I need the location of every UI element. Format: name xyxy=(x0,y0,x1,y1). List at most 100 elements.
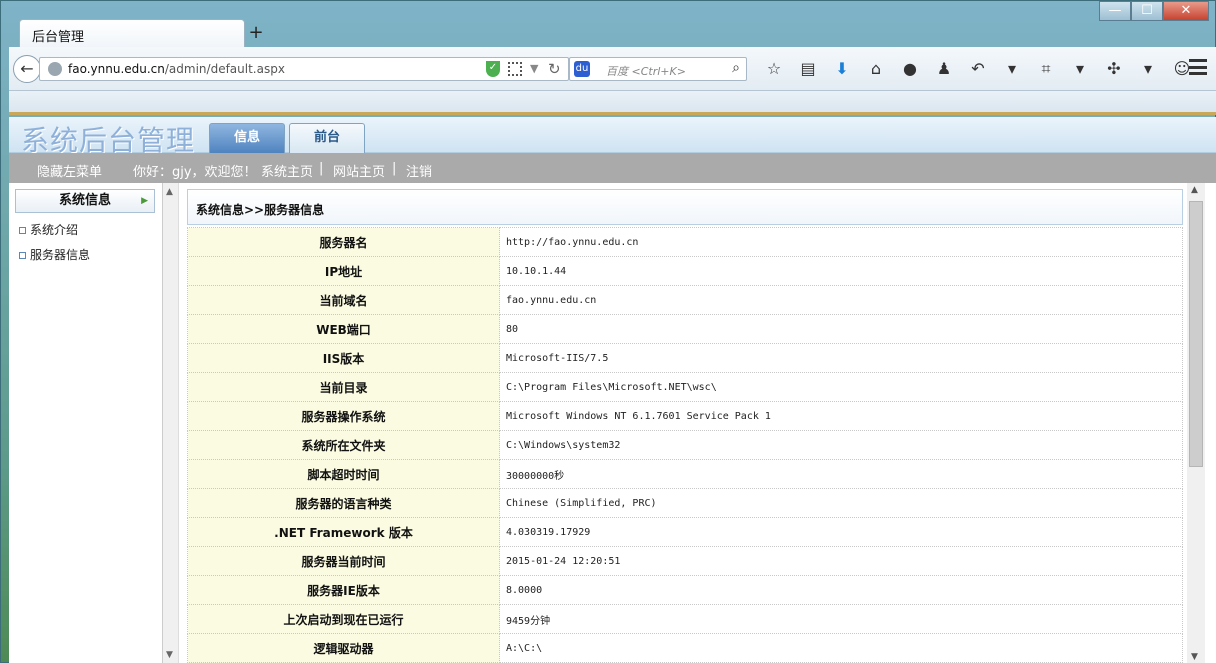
row-value: C:\Program Files\Microsoft.NET\wsc\ xyxy=(499,372,1183,402)
row-label: 服务器名 xyxy=(187,227,500,257)
table-row: 服务器的语言种类 Chinese (Simplified, PRC) xyxy=(187,488,1183,518)
maximize-button[interactable]: ☐ xyxy=(1131,1,1163,21)
row-label: 系统所在文件夹 xyxy=(187,430,500,460)
search-placeholder: 百度 <Ctrl+K> xyxy=(606,65,686,78)
reload-icon[interactable]: ↻ xyxy=(548,60,561,78)
table-row: IP地址 10.10.1.44 xyxy=(187,256,1183,286)
row-value: 9459分钟 xyxy=(499,604,1183,634)
qr-code-icon[interactable] xyxy=(508,62,522,76)
address-text: fao.ynnu.edu.cn/admin/default.aspx xyxy=(68,62,285,76)
table-row: WEB端口 80 xyxy=(187,314,1183,344)
baidu-paw-icon[interactable]: du xyxy=(574,61,590,77)
row-value: 10.10.1.44 xyxy=(499,256,1183,286)
download-icon[interactable]: ⬇ xyxy=(825,57,859,81)
web-page: 系统后台管理 信息 前台 隐藏左菜单 你好：gjy，欢迎您！ 系统主页 | 网站… xyxy=(9,117,1216,663)
row-label: 当前域名 xyxy=(187,285,500,315)
scroll-down-icon[interactable]: ▼ xyxy=(1191,652,1198,662)
sidebar-heading[interactable]: 系统信息 ▶ xyxy=(15,189,155,213)
left-sidebar: 系统信息 ▶ 系统介绍 服务器信息 xyxy=(9,183,163,663)
reading-list-icon[interactable]: ▤ xyxy=(791,57,825,81)
row-label: 服务器的语言种类 xyxy=(187,488,500,518)
table-row: 服务器操作系统 Microsoft Windows NT 6.1.7601 Ser… xyxy=(187,401,1183,431)
website-home-link[interactable]: 网站主页 xyxy=(333,161,385,180)
undo-icon[interactable]: ↶ xyxy=(961,57,995,81)
chat-icon[interactable]: ● xyxy=(893,57,927,81)
hide-left-menu-link[interactable]: 隐藏左菜单 xyxy=(37,161,102,180)
tab-frontend[interactable]: 前台 xyxy=(289,123,365,153)
system-home-link[interactable]: 系统主页 xyxy=(261,161,313,180)
crop-icon[interactable]: ⌗ xyxy=(1029,57,1063,81)
tab-title: 后台管理 xyxy=(32,30,85,45)
row-label: .NET Framework 版本 xyxy=(187,517,500,547)
row-value: Microsoft-IIS/7.5 xyxy=(499,343,1183,373)
table-row: 上次启动到现在已运行 9459分钟 xyxy=(187,604,1183,634)
new-tab-button[interactable]: + xyxy=(245,23,267,43)
bookmark-star-icon[interactable]: ☆ xyxy=(757,57,791,81)
row-value: Microsoft Windows NT 6.1.7601 Service Pa… xyxy=(499,401,1183,431)
row-value: 30000000秒 xyxy=(499,459,1183,489)
minimize-button[interactable]: — xyxy=(1099,1,1131,21)
sidebar-item-system-intro[interactable]: 系统介绍 xyxy=(19,221,78,238)
main-content: 系统信息>>服务器信息 服务器名 http://fao.ynnu.edu.cn IP… xyxy=(187,189,1183,663)
dropdown-arrow-icon[interactable]: ▾ xyxy=(1131,57,1165,81)
table-row: IIS版本 Microsoft-IIS/7.5 xyxy=(187,343,1183,373)
sidebar-scrollbar[interactable]: ▲ ▼ xyxy=(163,183,179,663)
row-label: 服务器操作系统 xyxy=(187,401,500,431)
row-value: 80 xyxy=(499,314,1183,344)
table-row: 脚本超时时间 30000000秒 xyxy=(187,459,1183,489)
user-icon[interactable]: ♟ xyxy=(927,57,961,81)
main-scrollbar[interactable]: ▲ ▼ xyxy=(1187,183,1205,663)
logout-link[interactable]: 注销 xyxy=(406,161,432,180)
top-menu-bar: 隐藏左菜单 你好：gjy，欢迎您！ 系统主页 | 网站主页 | 注销 xyxy=(9,153,1216,183)
row-value: Chinese (Simplified, PRC) xyxy=(499,488,1183,518)
table-row: .NET Framework 版本 4.030319.17929 xyxy=(187,517,1183,547)
bookmark-strip xyxy=(9,91,1216,115)
site-header: 系统后台管理 信息 前台 xyxy=(9,117,1216,157)
back-button[interactable]: ← xyxy=(13,55,41,83)
search-box[interactable]: du 百度 <Ctrl+K> ⌕ xyxy=(569,57,747,81)
row-value: 2015-01-24 12:20:51 xyxy=(499,546,1183,576)
address-bar[interactable]: fao.ynnu.edu.cn/admin/default.aspx ✓ ▼ ↻ xyxy=(39,57,569,81)
sidebar-heading-label: 系统信息 xyxy=(58,193,111,208)
url-domain: fao.ynnu.edu.cn xyxy=(68,62,165,76)
row-value: 8.0000 xyxy=(499,575,1183,605)
browser-tab[interactable]: 后台管理 xyxy=(19,19,245,47)
search-icon[interactable]: ⌕ xyxy=(732,60,740,76)
tab-bar: 后台管理 + xyxy=(9,19,1209,47)
window-controls: — ☐ ✕ xyxy=(1099,1,1209,21)
tab-info[interactable]: 信息 xyxy=(209,123,285,153)
toolbar-icons: ☆ ▤ ⬇ ⌂ ● ♟ ↶ ▾ ⌗ ▾ ✣ ▾ ☺ xyxy=(757,57,1199,81)
scrollbar-thumb[interactable] xyxy=(1189,201,1203,467)
extension-icon[interactable]: ✣ xyxy=(1097,57,1131,81)
table-row: 服务器当前时间 2015-01-24 12:20:51 xyxy=(187,546,1183,576)
navigation-toolbar: ← fao.ynnu.edu.cn/admin/default.aspx ✓ ▼… xyxy=(9,47,1216,91)
chevron-down-icon[interactable]: ▼ xyxy=(530,62,538,75)
home-icon[interactable]: ⌂ xyxy=(859,57,893,81)
triangle-right-icon: ▶ xyxy=(141,196,148,206)
dropdown-arrow-icon[interactable]: ▾ xyxy=(1063,57,1097,81)
sidebar-item-server-info[interactable]: 服务器信息 xyxy=(19,246,90,263)
dropdown-arrow-icon[interactable]: ▾ xyxy=(995,57,1029,81)
shield-icon[interactable]: ✓ xyxy=(486,61,500,77)
server-info-table: 服务器名 http://fao.ynnu.edu.cn IP地址 10.10.1.44… xyxy=(187,227,1183,663)
table-row: 服务器名 http://fao.ynnu.edu.cn xyxy=(187,227,1183,257)
url-path: /admin/default.aspx xyxy=(164,62,285,76)
hamburger-menu-icon[interactable] xyxy=(1189,59,1207,75)
row-label: WEB端口 xyxy=(187,314,500,344)
scroll-up-icon[interactable]: ▲ xyxy=(166,187,173,197)
scroll-up-icon[interactable]: ▲ xyxy=(1191,185,1198,195)
table-row: 服务器IE版本 8.0000 xyxy=(187,575,1183,605)
row-label: IP地址 xyxy=(187,256,500,286)
back-arrow-icon: ← xyxy=(20,59,34,78)
row-value: C:\Windows\system32 xyxy=(499,430,1183,460)
table-row: 逻辑驱动器 A:\C:\ xyxy=(187,633,1183,663)
row-value: fao.ynnu.edu.cn xyxy=(499,285,1183,315)
globe-icon xyxy=(48,62,62,76)
scroll-down-icon[interactable]: ▼ xyxy=(166,650,173,660)
separator: | xyxy=(319,161,324,176)
row-value: A:\C:\ xyxy=(499,633,1183,663)
row-value: 4.030319.17929 xyxy=(499,517,1183,547)
close-button[interactable]: ✕ xyxy=(1163,1,1209,21)
separator: | xyxy=(392,161,397,176)
row-label: 服务器当前时间 xyxy=(187,546,500,576)
